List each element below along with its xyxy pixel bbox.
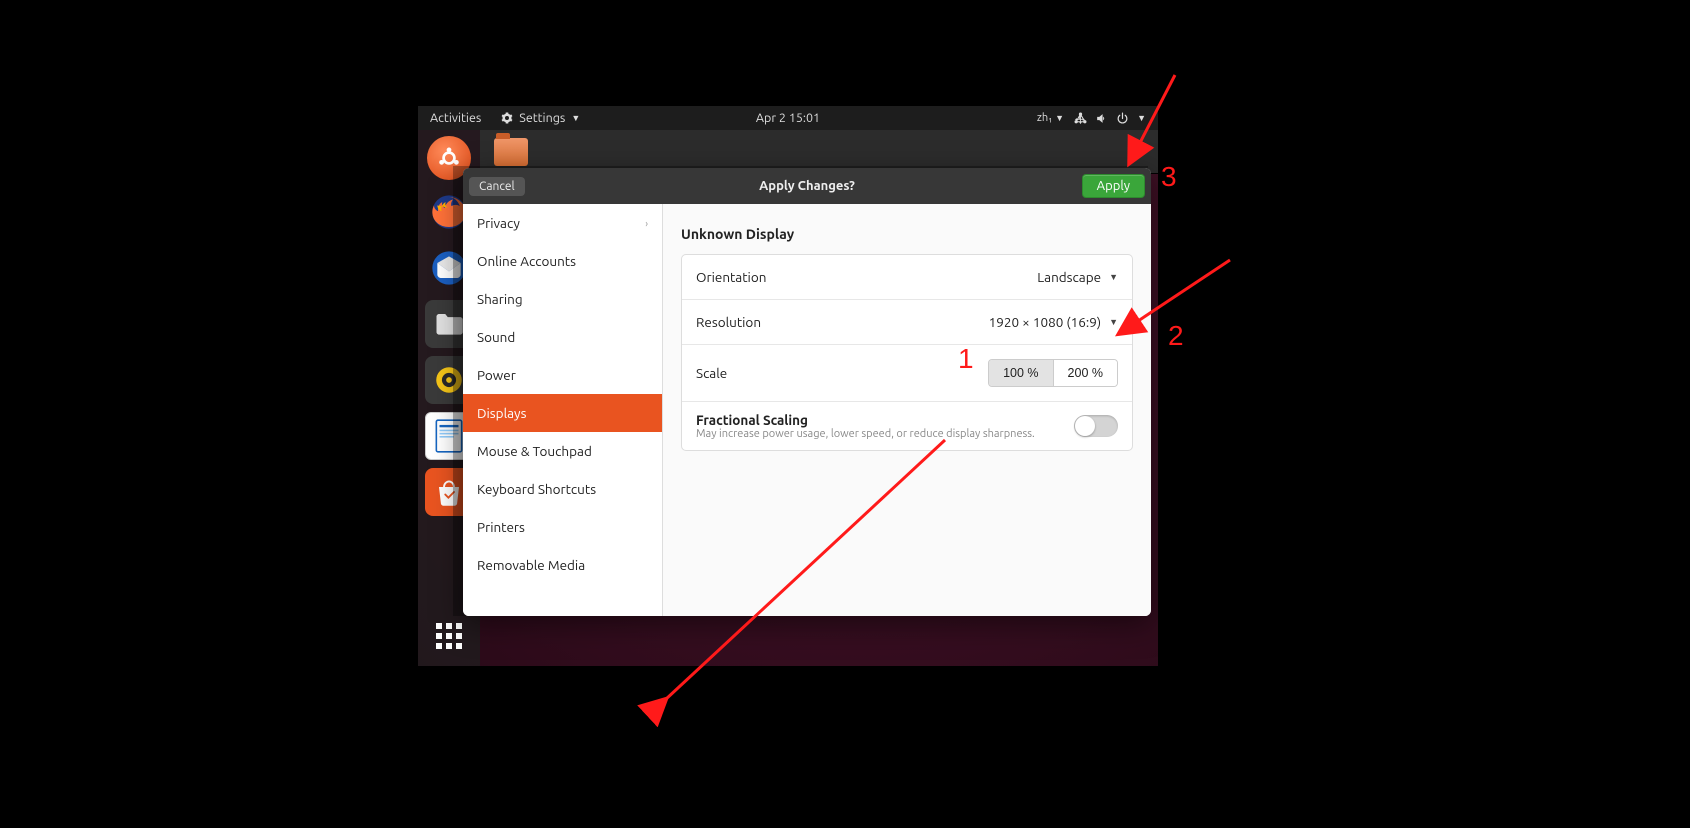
sidebar-item-label: Keyboard Shortcuts — [477, 481, 596, 497]
scale-row: Scale 100 %200 % — [682, 345, 1132, 402]
panel-clock[interactable]: Apr 2 15:01 — [756, 111, 820, 125]
sidebar-item-displays[interactable]: Displays — [463, 394, 662, 432]
sidebar-item-sound[interactable]: Sound — [463, 318, 662, 356]
settings-content: Privacy › Online Accounts Sharing Sound Power… — [463, 204, 1151, 616]
displays-panel: Unknown Display Orientation Landscape ▼ … — [663, 204, 1151, 616]
display-section-title: Unknown Display — [681, 226, 1133, 242]
sidebar-item-label: Mouse & Touchpad — [477, 443, 592, 459]
resolution-label: Resolution — [696, 314, 761, 330]
chevron-down-icon: ▼ — [1109, 272, 1118, 282]
orientation-row[interactable]: Orientation Landscape ▼ — [682, 255, 1132, 300]
sidebar-item-removable-media[interactable]: Removable Media — [463, 546, 662, 584]
chevron-right-icon: › — [645, 218, 648, 229]
gnome-top-panel: Activities Settings ▼ Apr 2 15:01 zh₁ ▼ … — [418, 106, 1158, 130]
headerbar: Cancel Apply Changes? Apply — [463, 168, 1151, 204]
fractional-scaling-row: Fractional Scaling May increase power us… — [682, 402, 1132, 450]
annotation-2: 2 — [1168, 320, 1184, 352]
system-status-area[interactable]: ▼ — [1074, 112, 1146, 125]
network-icon — [1074, 112, 1087, 125]
chevron-down-icon: ▼ — [1109, 317, 1118, 327]
annotation-3: 3 — [1161, 161, 1177, 193]
sidebar-item-label: Online Accounts — [477, 253, 576, 269]
chevron-down-icon: ▼ — [571, 113, 580, 123]
sidebar-item-sharing[interactable]: Sharing — [463, 280, 662, 318]
activities-button[interactable]: Activities — [418, 111, 493, 125]
power-icon — [1116, 112, 1129, 125]
chevron-down-icon: ▼ — [1137, 113, 1146, 123]
display-settings-card: Orientation Landscape ▼ Resolution 1920 … — [681, 254, 1133, 451]
input-method-indicator[interactable]: zh₁ ▼ — [1037, 112, 1064, 124]
sidebar-item-power[interactable]: Power — [463, 356, 662, 394]
scale-segment: 100 %200 % — [988, 359, 1118, 387]
scale-option-200[interactable]: 200 % — [1053, 360, 1117, 386]
app-menu[interactable]: Settings ▼ — [493, 111, 588, 125]
scale-label: Scale — [696, 365, 727, 381]
volume-icon — [1095, 112, 1108, 125]
sidebar-item-keyboard-shortcuts[interactable]: Keyboard Shortcuts — [463, 470, 662, 508]
sidebar-item-label: Displays — [477, 405, 526, 421]
orientation-label: Orientation — [696, 269, 766, 285]
fractional-scaling-hint: May increase power usage, lower speed, o… — [696, 428, 1035, 440]
headerbar-title: Apply Changes? — [759, 179, 855, 193]
resolution-value: 1920 × 1080 (16:9) — [989, 314, 1101, 330]
app-menu-label: Settings — [519, 111, 565, 125]
orientation-value: Landscape — [1037, 269, 1101, 285]
sidebar-item-label: Sharing — [477, 291, 523, 307]
sidebar-item-mouse-touchpad[interactable]: Mouse & Touchpad — [463, 432, 662, 470]
ubuntu-desktop: Activities Settings ▼ Apr 2 15:01 zh₁ ▼ … — [418, 106, 1158, 666]
fractional-scaling-label: Fractional Scaling — [696, 412, 1035, 428]
apply-button[interactable]: Apply — [1082, 174, 1145, 198]
ime-label: zh₁ — [1037, 112, 1052, 124]
sidebar-item-label: Power — [477, 367, 516, 383]
sidebar-item-online-accounts[interactable]: Online Accounts — [463, 242, 662, 280]
scale-option-100[interactable]: 100 % — [989, 360, 1052, 386]
fractional-scaling-switch[interactable] — [1074, 415, 1118, 437]
sidebar-item-label: Privacy — [477, 215, 520, 231]
gear-icon — [501, 112, 513, 124]
sidebar-item-label: Sound — [477, 329, 515, 345]
settings-sidebar: Privacy › Online Accounts Sharing Sound Power… — [463, 204, 663, 616]
sidebar-item-label: Printers — [477, 519, 525, 535]
sidebar-item-printers[interactable]: Printers — [463, 508, 662, 546]
sidebar-item-label: Removable Media — [477, 557, 585, 573]
show-applications-button[interactable] — [429, 616, 469, 656]
chevron-down-icon: ▼ — [1055, 113, 1064, 123]
resolution-row[interactable]: Resolution 1920 × 1080 (16:9) ▼ — [682, 300, 1132, 345]
cancel-button[interactable]: Cancel — [469, 177, 525, 196]
folder-icon — [494, 138, 528, 166]
settings-window: Cancel Apply Changes? Apply Privacy › Onli… — [463, 168, 1151, 616]
sidebar-item-privacy[interactable]: Privacy › — [463, 204, 662, 242]
